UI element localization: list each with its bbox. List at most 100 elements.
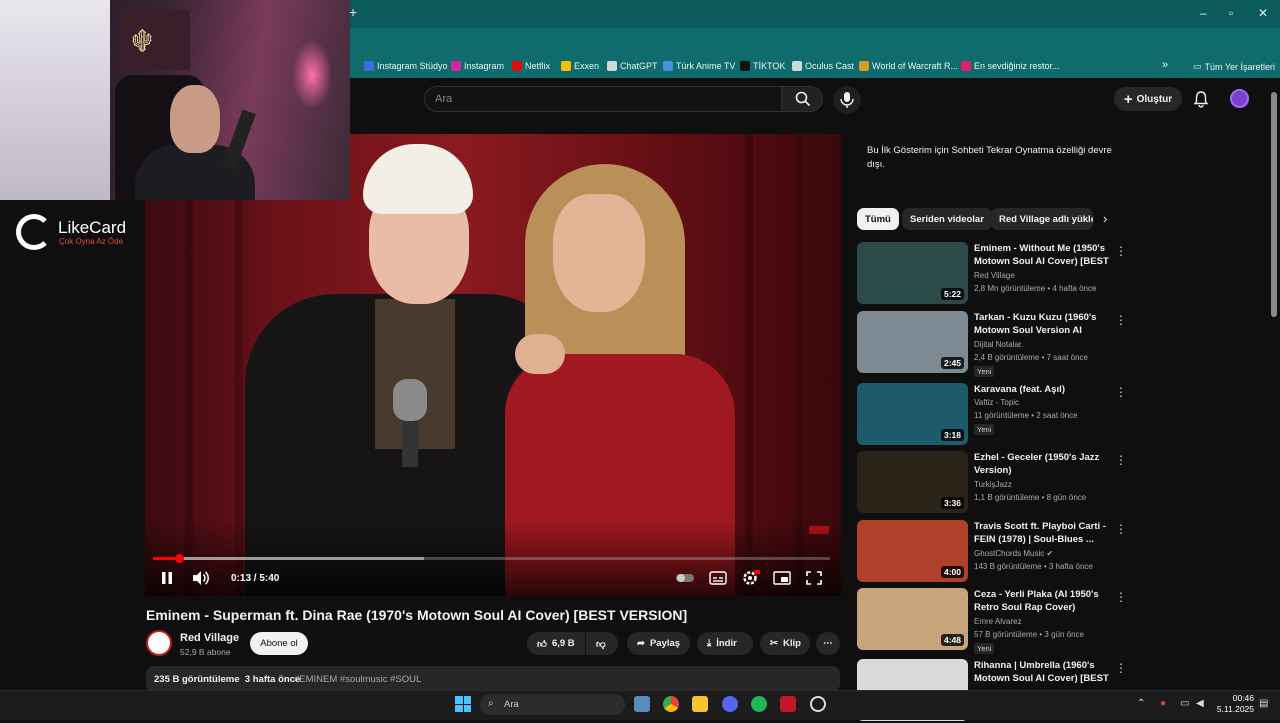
start-button[interactable] — [455, 696, 471, 712]
create-button[interactable]: + Oluştur — [1114, 87, 1182, 111]
share-button[interactable]: ➦ Paylaş — [627, 632, 690, 655]
account-avatar[interactable] — [1230, 89, 1249, 108]
like-button[interactable]: 👍︎ 6,9 B — [527, 632, 585, 655]
chrome-app-icon[interactable] — [663, 696, 679, 712]
more-options-icon[interactable]: ⋮ — [1115, 244, 1127, 258]
spotify-app-icon[interactable] — [751, 696, 767, 712]
download-button[interactable]: ⤓ İndir — [697, 632, 753, 655]
duration-badge: 2:45 — [940, 357, 964, 369]
tray-volume-icon[interactable]: ◀ — [1196, 698, 1204, 709]
more-options-icon[interactable]: ⋮ — [1115, 661, 1127, 675]
hashtags[interactable]: #EMINEM #soulmusic #SOUL — [294, 674, 421, 685]
bookmark-item[interactable]: World of Warcraft R... — [859, 61, 958, 71]
tray-network-icon[interactable]: ▭ — [1180, 698, 1189, 709]
recommendation-title[interactable]: Tarkan - Kuzu Kuzu (1960's Motown Soul V… — [974, 311, 1110, 337]
scrollbar[interactable] — [1271, 92, 1277, 317]
bookmark-item[interactable]: TİKTOK — [740, 61, 785, 71]
fullscreen-icon[interactable] — [804, 569, 824, 587]
recommendation-title[interactable]: Ceza - Yerli Plaka (AI 1950's Retro Soul… — [974, 588, 1110, 614]
video-thumbnail[interactable]: 4:48 — [857, 588, 968, 650]
clip-label: Klip — [782, 638, 801, 649]
video-thumbnail[interactable]: 4:00 — [857, 520, 968, 582]
subscribe-button[interactable]: Abone ol — [250, 632, 308, 655]
recommendation-title[interactable]: Eminem - Without Me (1950's Motown Soul … — [974, 242, 1110, 268]
search-button[interactable] — [781, 86, 823, 112]
more-options-icon[interactable]: ⋮ — [1115, 313, 1127, 327]
recommendation-item[interactable]: 4:48 Ceza - Yerli Plaka (AI 1950's Retro … — [857, 588, 1127, 654]
recommendation-channel[interactable]: Emre Alvarez — [974, 617, 1022, 626]
more-options-icon[interactable]: ⋮ — [1115, 453, 1127, 467]
settings-gear-icon[interactable] — [740, 569, 760, 587]
bookmark-item[interactable]: Türk Anime TV — [663, 61, 735, 71]
recommendation-item[interactable]: 2:45 Tarkan - Kuzu Kuzu (1960's Motown So… — [857, 311, 1127, 377]
video-thumbnail[interactable]: 5:22 — [857, 242, 968, 304]
video-thumbnail[interactable]: 3:36 — [857, 451, 968, 513]
recommendation-item[interactable]: 3:18 Karavana (feat. Aşıl) Vaftiz - Topic 1… — [857, 383, 1127, 447]
thumbs-up-icon: 👍︎ — [537, 638, 547, 650]
clip-button[interactable]: ✂ Klip — [760, 632, 810, 655]
maximize-button[interactable]: ▫ — [1229, 6, 1233, 20]
description-box[interactable]: 235 B görüntüleme 3 hafta önce #EMINEM #… — [146, 666, 840, 692]
chevron-right-icon[interactable]: › — [1103, 211, 1107, 226]
recommendation-channel[interactable]: GhostChords Music ✔ — [974, 549, 1053, 558]
voice-search-button[interactable] — [833, 86, 861, 114]
recommendation-meta: 11 görüntüleme • 2 saat önce — [974, 411, 1078, 420]
subtitles-icon[interactable] — [708, 569, 728, 587]
chip-all[interactable]: Tümü — [857, 208, 899, 230]
bookmark-item[interactable]: Exxen — [561, 61, 599, 71]
more-options-icon[interactable]: ⋮ — [1115, 522, 1127, 536]
minimize-button[interactable]: – — [1200, 6, 1207, 20]
recommendation-item[interactable]: 4:00 Travis Scott ft. Playboi Carti - FEI… — [857, 520, 1127, 584]
bookmark-item[interactable]: Netflix — [512, 61, 550, 71]
recommendation-title[interactable]: Karavana (feat. Aşıl) — [974, 383, 1110, 396]
miniplayer-icon[interactable] — [772, 569, 792, 587]
pause-icon[interactable] — [157, 569, 177, 587]
channel-avatar[interactable] — [146, 630, 172, 656]
tray-mic-icon[interactable]: ● — [1160, 698, 1166, 709]
bookmark-item[interactable]: Oculus Cast — [792, 61, 854, 71]
progress-scrubber[interactable] — [175, 554, 184, 563]
search-input[interactable]: Ara — [424, 86, 782, 112]
recommendation-item[interactable]: 5:22 Eminem - Without Me (1950's Motown S… — [857, 242, 1127, 306]
recommendation-title[interactable]: Rihanna | Umbrella (1960's Motown Soul A… — [974, 659, 1110, 685]
autoplay-toggle-icon[interactable] — [675, 569, 695, 587]
tray-chevron-icon[interactable]: ⌃ — [1137, 698, 1145, 709]
new-tab-button[interactable]: + — [349, 4, 357, 20]
bookmark-item[interactable]: Instagram Stüdyo — [364, 61, 448, 71]
recommendation-channel[interactable]: Red Village — [974, 271, 1015, 280]
recommendation-channel[interactable]: TurkişJazz — [974, 480, 1012, 489]
taskbar-search[interactable]: ⌕ Ara — [480, 694, 625, 715]
more-actions-button[interactable]: ⋯ — [816, 632, 840, 655]
bookmarks-overflow-button[interactable]: » — [1162, 59, 1168, 71]
widgets-app-icon[interactable] — [634, 696, 650, 712]
video-thumbnail[interactable]: 3:18 — [857, 383, 968, 445]
bookmark-item[interactable]: Instagram — [451, 61, 504, 71]
discord-app-icon[interactable] — [722, 696, 738, 712]
voicemeeter-app-icon[interactable] — [780, 696, 796, 712]
clock-time: 00:46 — [1232, 693, 1254, 703]
bookmark-item[interactable]: ChatGPT — [607, 61, 658, 71]
recommendation-channel[interactable]: Dijital Notalar. — [974, 340, 1023, 349]
recommendation-channel[interactable]: Vaftiz - Topic — [974, 398, 1019, 407]
notification-center-icon[interactable]: ▤ — [1259, 698, 1268, 709]
recommendation-title[interactable]: Travis Scott ft. Playboi Carti - FEIN (1… — [974, 520, 1110, 546]
file-explorer-icon[interactable] — [692, 696, 708, 712]
chip-channel-uploads[interactable]: Red Village adlı yükle — [991, 208, 1093, 230]
bookmark-label: ChatGPT — [620, 61, 658, 71]
bookmark-item[interactable]: En sevdiğiniz restor... — [961, 61, 1060, 71]
notifications-bell-icon[interactable] — [1192, 90, 1210, 108]
close-window-button[interactable]: ✕ — [1258, 6, 1268, 20]
taskbar-clock[interactable]: 00:46 5.11.2025 — [1214, 693, 1254, 715]
volume-icon[interactable] — [191, 569, 211, 587]
more-options-icon[interactable]: ⋮ — [1115, 385, 1127, 399]
obs-app-icon[interactable] — [810, 696, 826, 712]
all-bookmarks-button[interactable]: ▭ Tüm Yer İşaretleri — [1193, 61, 1275, 72]
channel-name[interactable]: Red Village — [180, 632, 239, 644]
more-options-icon[interactable]: ⋮ — [1115, 590, 1127, 604]
dislike-button[interactable]: 👎︎ — [586, 632, 618, 655]
bookmark-label: Instagram — [464, 61, 505, 71]
recommendation-title[interactable]: Ezhel - Geceler (1950's Jazz Version) — [974, 451, 1110, 477]
chip-series[interactable]: Seriden videolar — [902, 208, 992, 230]
video-thumbnail[interactable]: 2:45 — [857, 311, 968, 373]
recommendation-item[interactable]: 3:36 Ezhel - Geceler (1950's Jazz Version… — [857, 451, 1127, 515]
